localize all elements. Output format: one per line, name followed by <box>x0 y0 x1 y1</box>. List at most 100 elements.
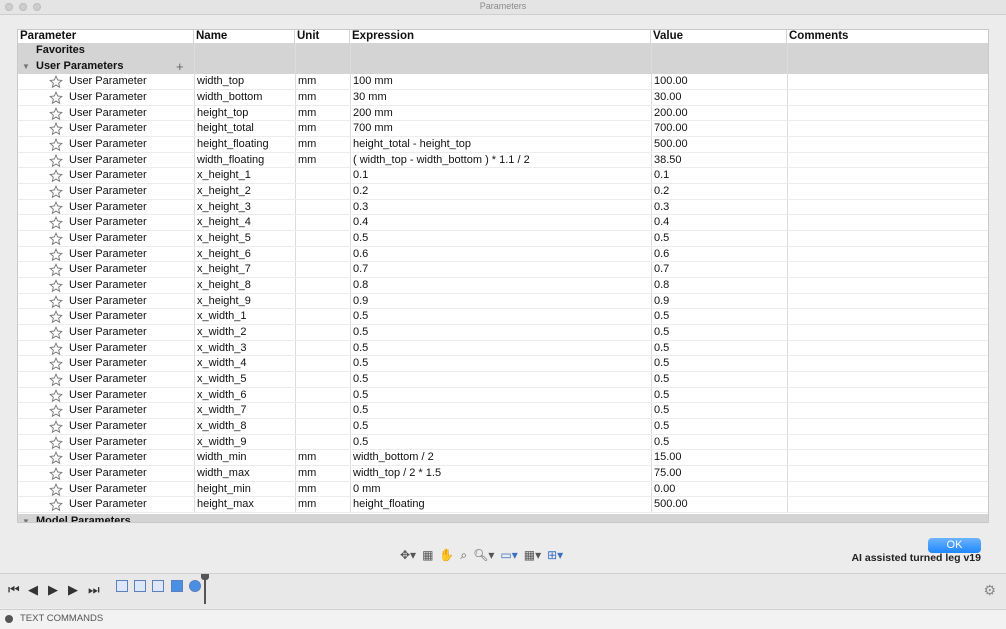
name-cell[interactable]: x_height_2 <box>194 184 295 199</box>
comments-cell[interactable] <box>787 200 988 215</box>
name-cell[interactable]: x_height_5 <box>194 231 295 246</box>
table-row[interactable]: User Parameter x_width_9 0.5 0.5 <box>18 434 988 451</box>
name-cell[interactable]: x_height_7 <box>194 262 295 277</box>
go-to-end-icon[interactable]: ⏭ <box>88 582 100 598</box>
look-at-icon[interactable]: ▦ <box>422 548 433 562</box>
star-outline-icon[interactable] <box>49 262 63 277</box>
unit-cell[interactable] <box>295 403 350 418</box>
star-outline-icon[interactable] <box>49 184 63 199</box>
name-cell[interactable]: x_height_3 <box>194 200 295 215</box>
ok-button[interactable]: OK <box>928 538 981 553</box>
timeline-revolve-icon[interactable] <box>189 580 201 592</box>
expression-cell[interactable]: height_total - height_top <box>350 137 651 152</box>
star-outline-icon[interactable] <box>49 231 63 246</box>
timeline-sketch-icon[interactable] <box>116 580 128 592</box>
table-row[interactable]: User Parameter x_width_6 0.5 0.5 <box>18 387 988 404</box>
star-outline-icon[interactable] <box>49 356 63 371</box>
comments-cell[interactable] <box>787 262 988 277</box>
comments-cell[interactable] <box>787 356 988 371</box>
expression-cell[interactable]: 0.2 <box>350 184 651 199</box>
expression-cell[interactable]: 0.5 <box>350 309 651 324</box>
expression-cell[interactable]: 0.5 <box>350 435 651 450</box>
name-cell[interactable]: x_height_9 <box>194 294 295 309</box>
star-outline-icon[interactable] <box>49 497 63 512</box>
comments-cell[interactable] <box>787 106 988 121</box>
star-outline-icon[interactable] <box>49 121 63 136</box>
table-row[interactable]: User Parameter x_height_1 0.1 0.1 <box>18 168 988 185</box>
unit-cell[interactable] <box>295 419 350 434</box>
table-row[interactable]: User Parameter width_floating mm( width_to… <box>18 152 988 169</box>
comments-cell[interactable] <box>787 341 988 356</box>
comments-cell[interactable] <box>787 403 988 418</box>
unit-cell[interactable] <box>295 200 350 215</box>
name-cell[interactable]: x_width_8 <box>194 419 295 434</box>
zoom-window-icon[interactable]: ⌕ <box>460 548 467 563</box>
triangle-down-icon[interactable]: ▼ <box>22 514 30 522</box>
viewports-icon[interactable]: ⊞▾ <box>547 548 563 562</box>
star-outline-icon[interactable] <box>49 90 63 105</box>
unit-cell[interactable] <box>295 372 350 387</box>
comments-cell[interactable] <box>787 497 988 512</box>
star-outline-icon[interactable] <box>49 168 63 183</box>
expression-cell[interactable]: 0.5 <box>350 372 651 387</box>
expression-cell[interactable]: 0.5 <box>350 388 651 403</box>
star-outline-icon[interactable] <box>49 278 63 293</box>
table-row[interactable]: User Parameter height_min mm 0 mm 0.00 <box>18 481 988 498</box>
unit-cell[interactable] <box>295 294 350 309</box>
comments-cell[interactable] <box>787 184 988 199</box>
group-row-model-parameters[interactable]: ▼ Model Parameters <box>18 514 988 522</box>
unit-cell[interactable]: mm <box>295 121 350 136</box>
name-cell[interactable]: x_width_4 <box>194 356 295 371</box>
expand-icon[interactable] <box>5 615 13 623</box>
orbit-icon[interactable]: ✥▾ <box>400 548 416 562</box>
expression-cell[interactable]: 30 mm <box>350 90 651 105</box>
gear-icon[interactable]: ⚙ <box>983 582 996 599</box>
expression-cell[interactable]: 0 mm <box>350 482 651 497</box>
table-row[interactable]: User Parameter x_width_2 0.5 0.5 <box>18 325 988 341</box>
step-back-icon[interactable]: ◀ <box>28 582 38 598</box>
table-row[interactable]: User Parameter height_max mm height_floatin… <box>18 497 988 514</box>
table-row[interactable]: User Parameter x_width_4 0.5 0.5 <box>18 356 988 373</box>
column-header-value[interactable]: Value <box>651 30 787 43</box>
unit-cell[interactable] <box>295 388 350 403</box>
grid-icon[interactable]: ▦▾ <box>524 548 541 562</box>
name-cell[interactable]: x_height_4 <box>194 215 295 230</box>
unit-cell[interactable] <box>295 184 350 199</box>
star-outline-icon[interactable] <box>49 247 63 262</box>
expression-cell[interactable]: width_bottom / 2 <box>350 450 651 465</box>
comments-cell[interactable] <box>787 388 988 403</box>
comments-cell[interactable] <box>787 137 988 152</box>
name-cell[interactable]: height_max <box>194 497 295 512</box>
expression-cell[interactable]: height_floating <box>350 497 651 512</box>
name-cell[interactable]: x_width_9 <box>194 435 295 450</box>
name-cell[interactable]: x_width_6 <box>194 388 295 403</box>
star-outline-icon[interactable] <box>49 309 63 324</box>
comments-cell[interactable] <box>787 372 988 387</box>
unit-cell[interactable]: mm <box>295 74 350 89</box>
comments-cell[interactable] <box>787 231 988 246</box>
name-cell[interactable]: width_top <box>194 74 295 89</box>
table-row[interactable]: User Parameter x_width_3 0.5 0.5 <box>18 340 988 357</box>
comments-cell[interactable] <box>787 325 988 340</box>
star-outline-icon[interactable] <box>49 294 63 309</box>
timeline-sketch-icon[interactable] <box>152 580 164 592</box>
table-row[interactable]: User Parameter x_height_7 0.7 0.7 <box>18 262 988 279</box>
table-row[interactable]: User Parameter x_height_9 0.9 0.9 <box>18 293 988 310</box>
comments-cell[interactable] <box>787 168 988 183</box>
star-outline-icon[interactable] <box>49 466 63 481</box>
expression-cell[interactable]: 0.5 <box>350 356 651 371</box>
name-cell[interactable]: height_min <box>194 482 295 497</box>
group-row-favorites[interactable]: Favorites <box>18 43 988 59</box>
name-cell[interactable]: x_width_3 <box>194 341 295 356</box>
name-cell[interactable]: x_width_2 <box>194 325 295 340</box>
expression-cell[interactable]: 0.8 <box>350 278 651 293</box>
table-row[interactable]: User Parameter x_height_8 0.8 0.8 <box>18 278 988 294</box>
unit-cell[interactable]: mm <box>295 90 350 105</box>
comments-cell[interactable] <box>787 466 988 481</box>
name-cell[interactable]: height_floating <box>194 137 295 152</box>
table-row[interactable]: User Parameter x_width_7 0.5 0.5 <box>18 403 988 420</box>
unit-cell[interactable]: mm <box>295 106 350 121</box>
table-row[interactable]: User Parameter x_height_5 0.5 0.5 <box>18 231 988 247</box>
table-row[interactable]: User Parameter height_total mm 700 mm 700.00 <box>18 121 988 138</box>
expression-cell[interactable]: 0.3 <box>350 200 651 215</box>
